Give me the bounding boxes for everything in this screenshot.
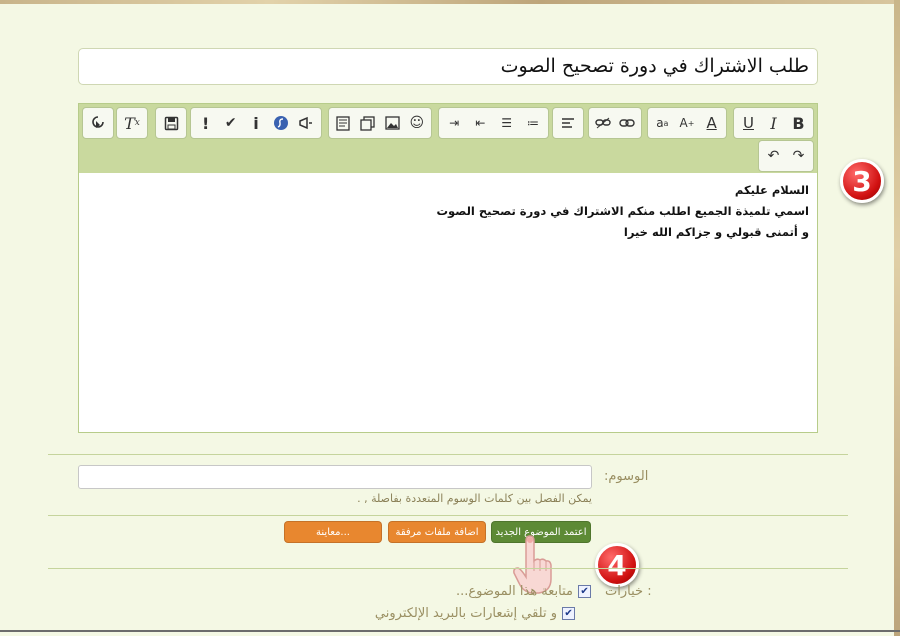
watch-topic-label: متابعة هذا الموضوع... bbox=[456, 584, 573, 599]
tags-hint: يمكن الفصل بين كلمات الوسوم المتعددة بفا… bbox=[357, 492, 592, 505]
watch-topic-checkbox[interactable]: ✔ bbox=[578, 585, 591, 598]
toolbar-group-style: U I B bbox=[733, 107, 814, 139]
email-notify-checkbox[interactable]: ✔ bbox=[562, 607, 575, 620]
step-4-badge: 4 bbox=[595, 543, 639, 587]
editor-line: السلام عليكم bbox=[734, 183, 809, 197]
toolbar-group-font: aa A + A bbox=[647, 107, 727, 139]
toolbar-group-link bbox=[588, 107, 642, 139]
top-border bbox=[0, 0, 900, 4]
editor-line: اسمي تلميذة الجميع اطلب منكم الاشتراك في… bbox=[436, 204, 810, 218]
watch-topic-option: ✔ متابعة هذا الموضوع... bbox=[456, 584, 591, 599]
editor-line: و أتمنى قبولي و جزاكم الله خيرا bbox=[623, 225, 809, 239]
save-icon[interactable] bbox=[159, 111, 183, 135]
redo-icon[interactable]: ↷ bbox=[787, 144, 811, 168]
align-icon[interactable] bbox=[556, 111, 580, 135]
outdent-icon[interactable]: ⇤ bbox=[468, 111, 492, 135]
email-notify-option: ✔ و تلقي إشعارات بالبريد الإلكتروني bbox=[375, 606, 575, 621]
options-label: خيارات : bbox=[605, 584, 652, 599]
numbered-list-icon[interactable]: ☰ bbox=[495, 111, 519, 135]
bold-button[interactable]: B bbox=[787, 111, 811, 135]
editor-toolbar: Tx ! ✔ i ☺ ⇥ ⇤ ☰ ≔ a a A + A U I B ↶ ↷ bbox=[79, 104, 817, 173]
toolbar-group-clear: Tx bbox=[116, 107, 148, 139]
right-border bbox=[894, 0, 900, 636]
preview-button[interactable]: معاينة... bbox=[284, 521, 382, 543]
megaphone-icon[interactable] bbox=[294, 111, 318, 135]
toolbar-group-lists: ⇥ ⇤ ☰ ≔ bbox=[438, 107, 549, 139]
smiley-icon[interactable]: ☺ bbox=[405, 111, 429, 135]
toolbar-group-history: ↶ ↷ bbox=[758, 140, 814, 172]
font-size-icon[interactable]: A + bbox=[675, 111, 699, 135]
toolbar-group-media: ☺ bbox=[328, 107, 432, 139]
email-notify-label: و تلقي إشعارات بالبريد الإلكتروني bbox=[374, 606, 557, 621]
info-icon[interactable]: i bbox=[244, 111, 268, 135]
attach-files-button[interactable]: اضافة ملفات مرفقة bbox=[388, 521, 486, 543]
font-case-icon[interactable]: aa bbox=[650, 111, 674, 135]
divider bbox=[48, 568, 848, 569]
toolbar-group-align bbox=[552, 107, 584, 139]
toolbar-group-save bbox=[155, 107, 187, 139]
image-icon[interactable] bbox=[380, 111, 404, 135]
toolbar-group-insert: ! ✔ i bbox=[190, 107, 322, 139]
tags-input[interactable] bbox=[78, 465, 592, 489]
flash-icon[interactable] bbox=[269, 111, 293, 135]
tags-label: الوسوم: bbox=[604, 469, 649, 484]
undo-icon[interactable]: ↶ bbox=[762, 144, 786, 168]
step-3-badge: 3 bbox=[840, 159, 884, 203]
topic-title-input[interactable]: طلب الاشتراك في دورة تصحيح الصوت bbox=[78, 48, 818, 85]
bottom-border bbox=[0, 630, 900, 632]
exclamation-icon[interactable]: ! bbox=[194, 111, 218, 135]
divider bbox=[48, 454, 848, 455]
editor-content[interactable]: السلام عليكم اسمي تلميذة الجميع اطلب منك… bbox=[89, 180, 810, 243]
unlink-icon[interactable] bbox=[591, 111, 615, 135]
copy-icon[interactable] bbox=[356, 111, 380, 135]
paste-text-icon[interactable] bbox=[331, 111, 355, 135]
indent-icon[interactable]: ⇥ bbox=[442, 111, 466, 135]
divider bbox=[48, 515, 848, 516]
underline-button[interactable]: U bbox=[737, 111, 761, 135]
check-icon[interactable]: ✔ bbox=[219, 111, 243, 135]
bullet-list-icon[interactable]: ≔ bbox=[521, 111, 545, 135]
toolbar-group-source bbox=[82, 107, 114, 139]
italic-button[interactable]: I bbox=[762, 111, 786, 135]
remove-format-icon[interactable]: Tx bbox=[120, 111, 144, 135]
source-icon[interactable] bbox=[86, 111, 110, 135]
link-icon[interactable] bbox=[615, 111, 639, 135]
font-color-icon[interactable]: A bbox=[700, 111, 724, 135]
message-editor: Tx ! ✔ i ☺ ⇥ ⇤ ☰ ≔ a a A + A U I B ↶ ↷ ا… bbox=[78, 103, 818, 433]
